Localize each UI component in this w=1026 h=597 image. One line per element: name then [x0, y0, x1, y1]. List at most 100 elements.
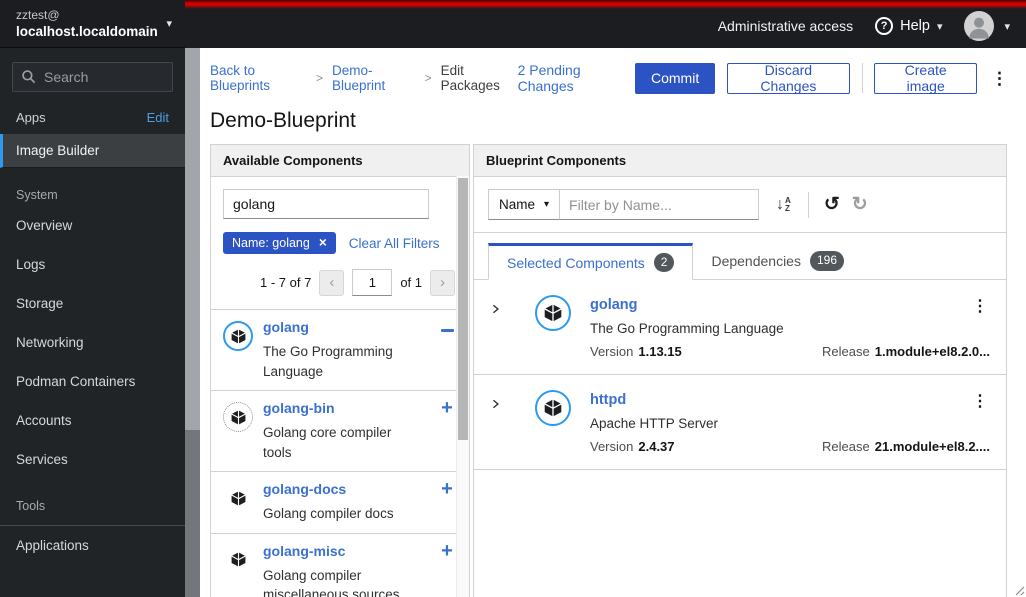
create-image-button[interactable]: Create image [874, 62, 977, 94]
add-component-button[interactable]: + [437, 539, 457, 597]
breadcrumb-separator-icon: > [424, 71, 432, 85]
sidebar-item-podman-containers[interactable]: Podman Containers [0, 362, 185, 401]
available-search-input[interactable] [223, 189, 429, 219]
apps-edit-link[interactable]: Edit [147, 110, 169, 125]
pagination-prev-button[interactable]: ‹ [319, 269, 345, 296]
minus-icon [440, 329, 454, 332]
apps-label: Apps [16, 110, 46, 125]
sidebar-section-tools: Tools [0, 479, 185, 526]
available-list-scrollbar[interactable] [456, 176, 469, 597]
pagination-page-input[interactable] [352, 269, 393, 296]
kebab-menu-icon[interactable]: ⋮ [972, 391, 988, 411]
masthead: Administrative access ? Help ▾ ▾ [185, 0, 1026, 48]
help-label: Help [900, 18, 930, 34]
sidebar-section-system: System [16, 188, 58, 202]
add-component-button[interactable]: + [437, 479, 457, 524]
sidebar-item-image-builder[interactable]: Image Builder [0, 134, 185, 168]
release-value: 21.module+el8.2.... [874, 439, 990, 454]
filter-chip[interactable]: Name: golang × [223, 232, 336, 254]
avatar [964, 11, 994, 41]
sidebar-scrollbar-thumb[interactable] [185, 48, 200, 430]
sidebar-search-input[interactable] [12, 62, 173, 92]
remove-component-button[interactable] [437, 319, 457, 381]
pending-changes-link[interactable]: 2 Pending Changes [518, 62, 621, 94]
bundle-icon [544, 399, 562, 417]
redo-icon[interactable]: ↻ [852, 195, 868, 214]
component-name-link[interactable]: golang [263, 319, 309, 335]
tab-selected-components[interactable]: Selected Components 2 [488, 243, 694, 280]
breadcrumb-current: Edit Packages [440, 63, 500, 93]
admin-access-label[interactable]: Administrative access [718, 18, 853, 34]
chevron-down-icon: ▾ [1004, 20, 1010, 33]
chevron-down-icon: ▾ [166, 18, 172, 30]
breadcrumb-back-to-blueprints[interactable]: Back to Blueprints [210, 63, 307, 93]
search-icon [21, 69, 36, 84]
available-component-row: golang-misc Golang compiler miscellaneou… [211, 532, 469, 597]
sidebar-item-accounts[interactable]: Accounts [0, 401, 185, 440]
expand-row-button[interactable] [490, 397, 518, 454]
sidebar-scrollbar[interactable] [185, 48, 200, 597]
pagination-next-button[interactable]: › [430, 269, 455, 296]
sidebar-item-storage[interactable]: Storage [0, 284, 185, 323]
filter-field-select[interactable]: Name ▾ [488, 189, 561, 220]
component-name-link[interactable]: golang-misc [263, 543, 345, 559]
blueprint-component-row: golang The Go Programming Language Versi… [474, 280, 1006, 375]
kebab-menu-icon[interactable]: ⋮ [989, 70, 1010, 87]
commit-button[interactable]: Commit [634, 62, 716, 94]
bundle-icon [231, 491, 246, 506]
chevron-down-icon: ▾ [936, 20, 943, 33]
chevron-right-icon [490, 303, 501, 315]
undo-icon[interactable]: ↺ [824, 195, 840, 214]
component-name-link[interactable]: golang [590, 297, 638, 313]
sidebar-item-services[interactable]: Services [0, 440, 185, 479]
sidebar-item-logs[interactable]: Logs [0, 245, 185, 284]
clear-all-filters-link[interactable]: Clear All Filters [349, 236, 440, 251]
component-name-link[interactable]: golang-docs [263, 481, 346, 497]
component-description: Golang compiler miscellaneous sources [263, 567, 400, 597]
host-user: zztest@ [16, 8, 60, 22]
chevron-right-icon [490, 398, 501, 410]
host-switcher[interactable]: zztest@ localhost.localdomain ▾ [0, 0, 185, 48]
breadcrumb: Back to Blueprints > Demo-Blueprint > Ed… [210, 63, 518, 93]
version-label: Version [590, 344, 634, 359]
bundle-icon [231, 329, 246, 344]
available-component-row: golang-docs Golang compiler docs + [211, 471, 469, 533]
blueprint-toolbar: Name ▾ ↓ A Z ↺ ↻ [474, 177, 1006, 233]
main-content: Back to Blueprints > Demo-Blueprint > Ed… [200, 48, 1026, 597]
sort-az-icon[interactable]: ↓ A Z [776, 196, 791, 213]
release-value: 1.module+el8.2.0... [874, 344, 990, 359]
chevron-down-icon: ▾ [544, 199, 550, 210]
chevron-right-icon: › [440, 274, 445, 291]
expand-row-button[interactable] [490, 302, 518, 359]
sidebar-item-networking[interactable]: Networking [0, 323, 185, 362]
dependencies-count-badge: 196 [809, 251, 844, 271]
plus-icon: + [441, 539, 453, 562]
bundle-icon [544, 304, 562, 322]
close-icon[interactable]: × [319, 236, 327, 250]
kebab-menu-icon[interactable]: ⋮ [972, 296, 988, 316]
sidebar-item-applications[interactable]: Applications [0, 526, 185, 565]
available-components-list: golang The Go Programming Language golan… [211, 309, 469, 597]
tab-dependencies[interactable]: Dependencies 196 [693, 243, 862, 279]
user-menu[interactable]: ▾ [964, 11, 1010, 41]
breadcrumb-demo-blueprint[interactable]: Demo-Blueprint [332, 63, 416, 93]
help-icon: ? [875, 17, 894, 35]
page-title: Demo-Blueprint [210, 109, 356, 132]
blueprint-filter-input[interactable] [559, 189, 760, 220]
resize-corner-icon[interactable] [1013, 584, 1025, 596]
component-name-link[interactable]: golang-bin [263, 400, 335, 416]
help-menu[interactable]: ? Help ▾ [875, 17, 942, 35]
available-list-scrollbar-thumb[interactable] [458, 178, 468, 440]
release-label: Release [822, 344, 870, 359]
pagination: 1 - 7 of 7 ‹ of 1 › [211, 263, 469, 309]
component-name-link[interactable]: httpd [590, 392, 626, 408]
discard-changes-button[interactable]: Discard Changes [727, 62, 850, 94]
blueprint-components-panel: Blueprint Components Name ▾ ↓ A Z ↺ ↻ [473, 144, 1007, 597]
sidebar: zztest@ localhost.localdomain ▾ Apps Edi… [0, 0, 185, 597]
sidebar-item-overview[interactable]: Overview [0, 206, 185, 245]
available-components-panel: Available Components Name: golang × Clea… [210, 144, 470, 597]
add-component-button[interactable]: + [437, 398, 457, 462]
blueprint-components-header: Blueprint Components [474, 145, 1006, 177]
bundle-icon [231, 410, 246, 425]
selected-ring [535, 295, 571, 331]
